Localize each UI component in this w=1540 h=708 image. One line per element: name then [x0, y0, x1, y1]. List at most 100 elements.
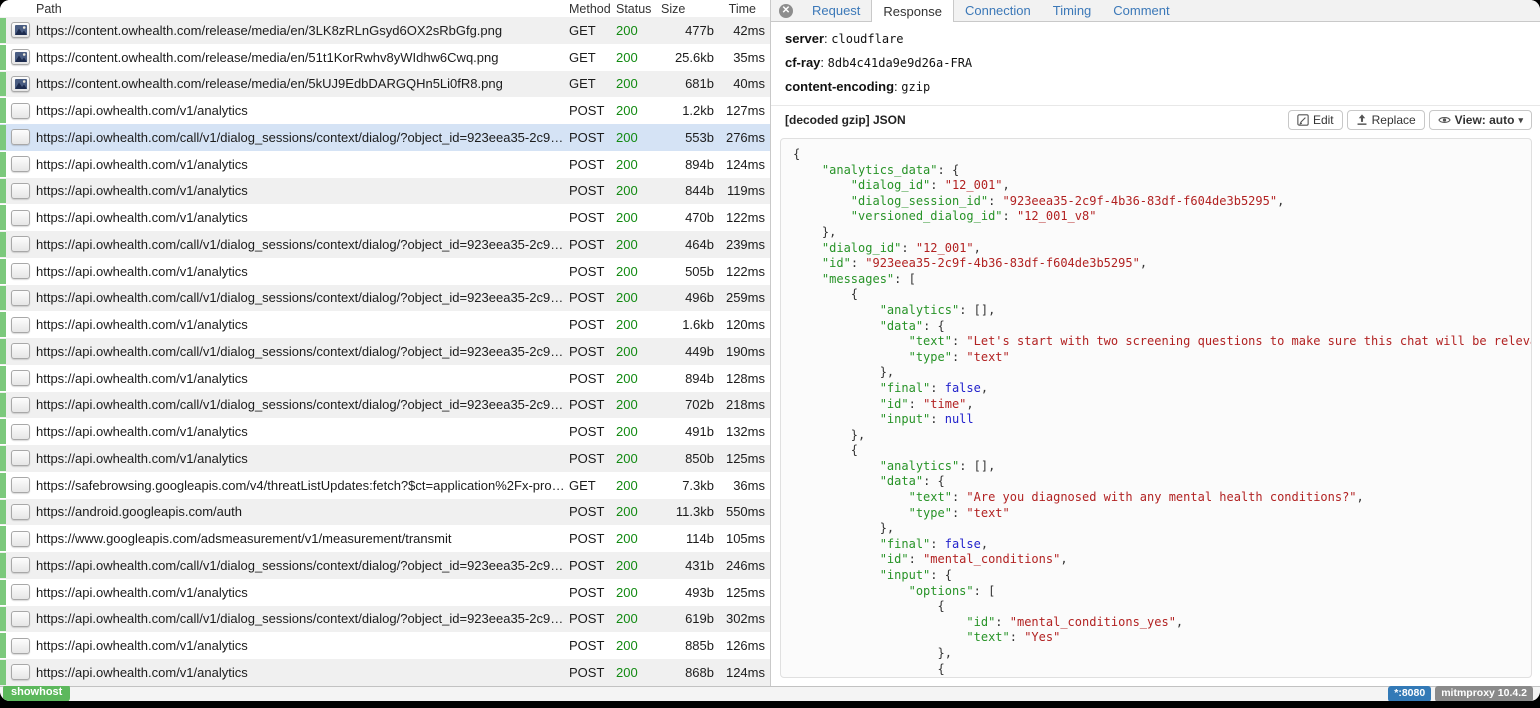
flow-status: 200: [616, 76, 659, 91]
flow-method: POST: [569, 558, 616, 573]
column-header-path: Path: [36, 2, 569, 16]
flow-marker: [0, 232, 6, 257]
json-line: "data": {: [793, 319, 1519, 335]
flow-marker: [0, 419, 6, 444]
response-body-json[interactable]: { "analytics_data": { "dialog_id": "12_0…: [780, 138, 1532, 678]
flow-size: 470b: [659, 210, 714, 225]
flow-status: 200: [616, 504, 659, 519]
flow-size: 7.3kb: [659, 478, 714, 493]
flow-row[interactable]: https://api.owhealth.com/v1/analyticsPOS…: [0, 151, 770, 178]
flow-method: POST: [569, 344, 616, 359]
flow-status: 200: [616, 558, 659, 573]
flow-size: 11.3kb: [659, 504, 714, 519]
tab-connection[interactable]: Connection: [954, 0, 1042, 21]
flow-status: 200: [616, 531, 659, 546]
flow-row[interactable]: https://api.owhealth.com/v1/analyticsPOS…: [0, 418, 770, 445]
image-icon: [11, 76, 30, 92]
flow-row[interactable]: https://api.owhealth.com/call/v1/dialog_…: [0, 392, 770, 419]
flow-path: https://api.owhealth.com/v1/analytics: [36, 157, 569, 172]
flow-status: 200: [616, 665, 659, 680]
flow-row[interactable]: https://api.owhealth.com/call/v1/dialog_…: [0, 338, 770, 365]
flow-row[interactable]: https://content.owhealth.com/release/med…: [0, 44, 770, 71]
json-line: "id": "mental_conditions",: [793, 552, 1519, 568]
flow-method: POST: [569, 451, 616, 466]
flow-row[interactable]: https://api.owhealth.com/v1/analyticsPOS…: [0, 258, 770, 285]
json-line: "id": "time",: [793, 397, 1519, 413]
image-icon: [11, 49, 30, 65]
flow-row[interactable]: https://api.owhealth.com/v1/analyticsPOS…: [0, 365, 770, 392]
flow-size: 464b: [659, 237, 714, 252]
flow-row[interactable]: https://content.owhealth.com/release/med…: [0, 17, 770, 44]
flow-row[interactable]: https://content.owhealth.com/release/med…: [0, 71, 770, 98]
flow-marker: [0, 45, 6, 70]
flow-row[interactable]: https://api.owhealth.com/v1/analyticsPOS…: [0, 632, 770, 659]
header-name: content-encoding: [785, 79, 894, 94]
flow-path: https://api.owhealth.com/call/v1/dialog_…: [36, 558, 569, 573]
flow-row[interactable]: https://api.owhealth.com/v1/analyticsPOS…: [0, 204, 770, 231]
flow-row[interactable]: https://api.owhealth.com/v1/analyticsPOS…: [0, 178, 770, 205]
flow-method: POST: [569, 397, 616, 412]
flow-marker: [0, 500, 6, 525]
json-line: "final": false,: [793, 537, 1519, 553]
flow-status: 200: [616, 23, 659, 38]
flow-row[interactable]: https://api.owhealth.com/call/v1/dialog_…: [0, 552, 770, 579]
flow-row[interactable]: https://api.owhealth.com/v1/analyticsPOS…: [0, 659, 770, 686]
tab-response[interactable]: Response: [871, 0, 954, 22]
response-header-line: content-encoding: gzip: [785, 79, 1526, 94]
flow-list-panel: Path Method Status Size Time https://con…: [0, 0, 770, 686]
json-line: {: [793, 662, 1519, 678]
close-icon[interactable]: ✕: [779, 4, 793, 18]
flow-size: 868b: [659, 665, 714, 680]
flow-marker: [0, 205, 6, 230]
flow-row[interactable]: https://www.googleapis.com/adsmeasuremen…: [0, 525, 770, 552]
tab-request[interactable]: Request: [801, 0, 871, 21]
replace-button[interactable]: Replace: [1347, 110, 1425, 130]
flow-method: POST: [569, 611, 616, 626]
flow-row[interactable]: https://api.owhealth.com/v1/analyticsPOS…: [0, 311, 770, 338]
flow-status: 200: [616, 103, 659, 118]
flow-row[interactable]: https://api.owhealth.com/v1/analyticsPOS…: [0, 579, 770, 606]
flow-method: POST: [569, 531, 616, 546]
mitmproxy-version-badge: mitmproxy 10.4.2: [1435, 686, 1533, 701]
document-icon: [11, 210, 30, 226]
flow-time: 105ms: [714, 531, 770, 546]
header-name: cf-ray: [785, 55, 820, 70]
flow-size: 850b: [659, 451, 714, 466]
flow-row[interactable]: https://safebrowsing.googleapis.com/v4/t…: [0, 472, 770, 499]
json-line: "analytics": [],: [793, 459, 1519, 475]
flow-method: GET: [569, 76, 616, 91]
flow-row[interactable]: https://api.owhealth.com/call/v1/dialog_…: [0, 606, 770, 633]
flow-path: https://api.owhealth.com/v1/analytics: [36, 638, 569, 653]
json-line: "input": null: [793, 412, 1519, 428]
flow-row[interactable]: https://api.owhealth.com/v1/analyticsPOS…: [0, 97, 770, 124]
flow-time: 276ms: [714, 130, 770, 145]
edit-button[interactable]: Edit: [1288, 110, 1343, 130]
flow-status: 200: [616, 478, 659, 493]
flow-row[interactable]: https://android.googleapis.com/authPOST2…: [0, 499, 770, 526]
json-line: },: [793, 521, 1519, 537]
flow-method: GET: [569, 50, 616, 65]
tab-timing[interactable]: Timing: [1042, 0, 1103, 21]
flow-size: 1.6kb: [659, 317, 714, 332]
flow-time: 190ms: [714, 344, 770, 359]
flow-method: POST: [569, 157, 616, 172]
column-header-method: Method: [569, 2, 616, 16]
tab-comment[interactable]: Comment: [1102, 0, 1180, 21]
flow-marker: [0, 286, 6, 311]
flow-row[interactable]: https://api.owhealth.com/v1/analyticsPOS…: [0, 445, 770, 472]
flow-time: 119ms: [714, 183, 770, 198]
flow-time: 122ms: [714, 264, 770, 279]
flow-method: POST: [569, 504, 616, 519]
flow-size: 25.6kb: [659, 50, 714, 65]
document-icon: [11, 531, 30, 547]
json-line: {: [793, 599, 1519, 615]
flow-time: 36ms: [714, 478, 770, 493]
flow-path: https://android.googleapis.com/auth: [36, 504, 569, 519]
flow-row[interactable]: https://api.owhealth.com/call/v1/dialog_…: [0, 285, 770, 312]
document-icon: [11, 236, 30, 252]
view-mode-button[interactable]: View: auto ▾: [1429, 110, 1532, 130]
screenshot-bottom-edge: [0, 701, 1540, 708]
flow-row[interactable]: https://api.owhealth.com/call/v1/dialog_…: [0, 231, 770, 258]
flow-list[interactable]: https://content.owhealth.com/release/med…: [0, 17, 770, 686]
flow-row[interactable]: https://api.owhealth.com/call/v1/dialog_…: [0, 124, 770, 151]
